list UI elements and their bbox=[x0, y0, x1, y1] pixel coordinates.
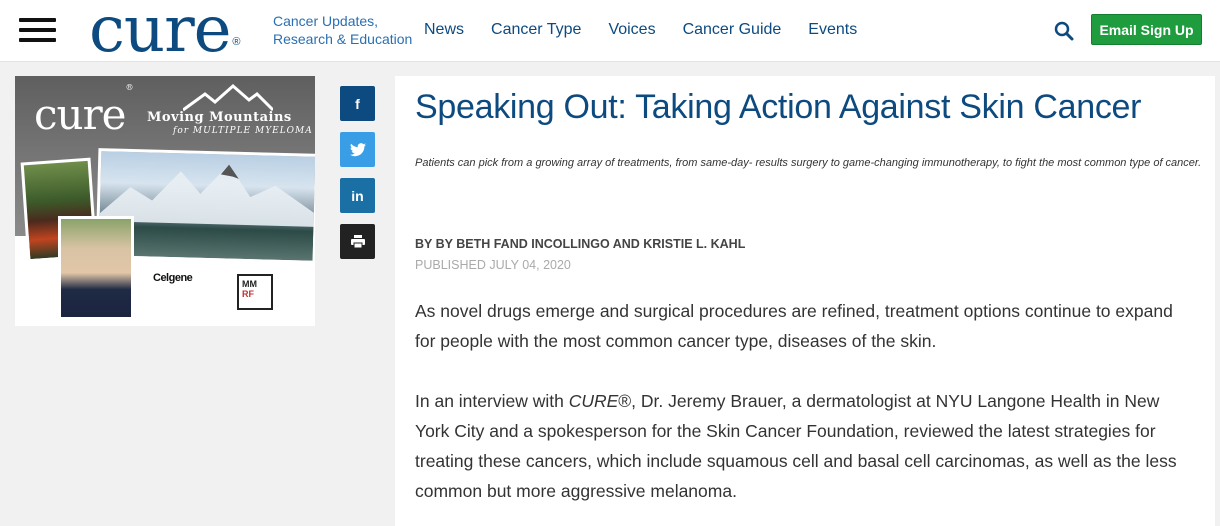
article-paragraph-2: In an interview with CURE®, Dr. Jeremy B… bbox=[415, 386, 1195, 506]
article-deck: Patients can pick from a growing array o… bbox=[415, 157, 1202, 169]
article-card: Speaking Out: Taking Action Against Skin… bbox=[395, 76, 1215, 526]
article-title: Speaking Out: Taking Action Against Skin… bbox=[415, 88, 1142, 126]
advertisement-banner[interactable]: cure® Moving Mountains for MULTIPLE MYEL… bbox=[15, 76, 315, 326]
nav-voices[interactable]: Voices bbox=[608, 21, 655, 39]
tagline-line1: Cancer Updates, bbox=[273, 13, 379, 29]
cure-italic[interactable]: CURE bbox=[569, 391, 619, 411]
nav-cancer-type[interactable]: Cancer Type bbox=[491, 21, 581, 39]
tagline-line2: Research & Education bbox=[273, 31, 413, 47]
linkedin-share-button[interactable]: in bbox=[340, 178, 375, 213]
ad-photo-woman bbox=[58, 216, 134, 320]
mountain-icon bbox=[183, 84, 273, 112]
nav-events[interactable]: Events bbox=[808, 21, 857, 39]
ad-logo: cure® bbox=[34, 83, 134, 139]
email-signup-button[interactable]: Email Sign Up bbox=[1091, 14, 1202, 45]
nav-news[interactable]: News bbox=[424, 21, 464, 39]
print-icon bbox=[350, 235, 365, 248]
paragraph-2-lead: In an interview with bbox=[415, 391, 569, 411]
publish-date: PUBLISHED JULY 04, 2020 bbox=[415, 258, 571, 272]
ad-logo-registered: ® bbox=[125, 83, 134, 92]
article-byline: BY BY BETH FAND INCOLLINGO AND KRISTIE L… bbox=[415, 237, 746, 251]
tagline: Cancer Updates, Research & Education bbox=[273, 12, 412, 48]
site-header: cure ® Cancer Updates, Research & Educati… bbox=[0, 0, 1220, 62]
main-nav: News Cancer Type Voices Cancer Guide Eve… bbox=[424, 21, 884, 39]
mmrf-line2: RF bbox=[242, 289, 254, 299]
mmrf-line1: MM bbox=[242, 279, 257, 289]
mmrf-logo: MM RF bbox=[237, 274, 273, 310]
celgene-logo: Celgene bbox=[153, 272, 193, 284]
ad-headline: Moving Mountains bbox=[147, 110, 292, 125]
facebook-share-button[interactable]: f bbox=[340, 86, 375, 121]
nav-cancer-guide[interactable]: Cancer Guide bbox=[683, 21, 782, 39]
logo-registered: ® bbox=[232, 36, 240, 48]
ad-subheadline: for MULTIPLE MYELOMA bbox=[173, 126, 313, 136]
site-logo[interactable]: cure ® bbox=[89, 0, 241, 62]
hamburger-menu-icon[interactable] bbox=[19, 18, 56, 46]
ad-logo-text: cure bbox=[34, 90, 127, 139]
search-icon[interactable] bbox=[1054, 21, 1074, 41]
twitter-share-button[interactable] bbox=[340, 132, 375, 167]
article-paragraph-1: As novel drugs emerge and surgical proce… bbox=[415, 301, 1173, 351]
print-button[interactable] bbox=[340, 224, 375, 259]
linkedin-icon: in bbox=[351, 187, 364, 204]
logo-text: cure bbox=[89, 0, 232, 67]
twitter-icon bbox=[349, 142, 366, 156]
facebook-icon: f bbox=[355, 95, 360, 112]
